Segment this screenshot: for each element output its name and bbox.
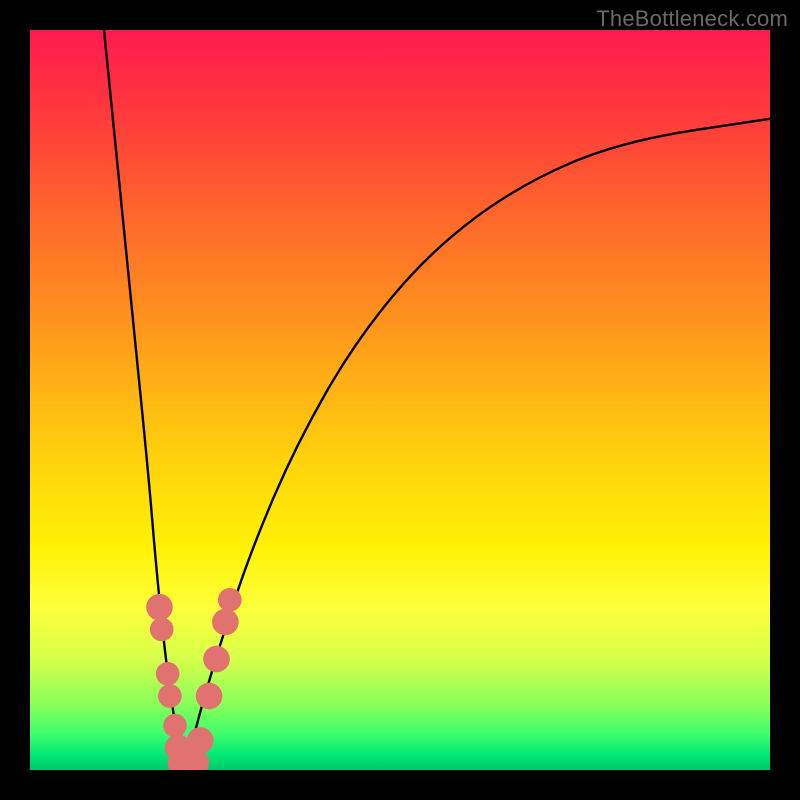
data-marker: [146, 594, 173, 621]
data-marker: [150, 618, 174, 642]
watermark-text: TheBottleneck.com: [596, 6, 788, 32]
data-marker: [187, 727, 214, 754]
data-marker: [212, 609, 239, 636]
bottleneck-curve: [30, 30, 770, 770]
chart-frame: TheBottleneck.com: [0, 0, 800, 800]
plot-area: [30, 30, 770, 770]
data-marker: [156, 662, 180, 686]
data-marker: [218, 588, 242, 612]
data-marker: [203, 646, 230, 673]
data-marker: [196, 683, 223, 710]
data-marker: [158, 684, 182, 708]
data-marker: [163, 714, 187, 738]
